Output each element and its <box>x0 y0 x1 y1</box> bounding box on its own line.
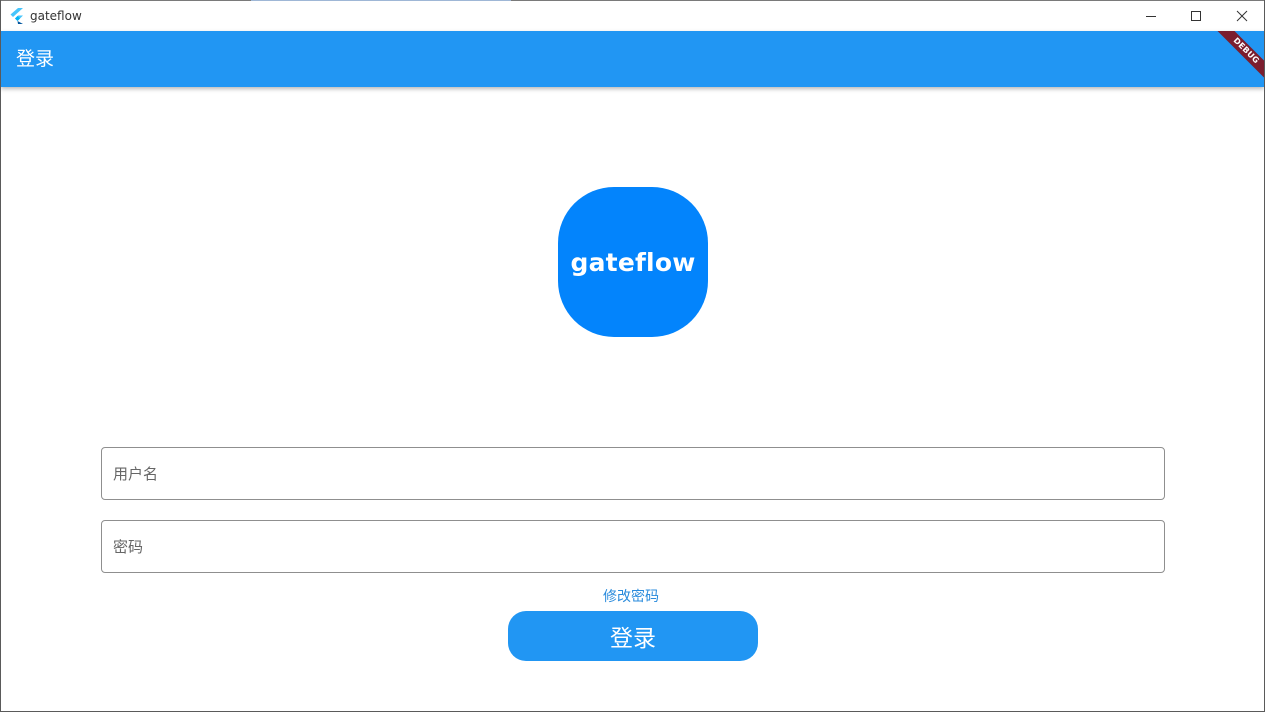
change-password-link[interactable]: 修改密码 <box>603 588 659 606</box>
password-input[interactable] <box>113 521 1153 572</box>
login-button[interactable]: 登录 <box>508 611 758 661</box>
page-title: 登录 <box>16 48 55 70</box>
debug-banner-label: DEBUG <box>1213 31 1264 84</box>
window-title: gateflow <box>30 9 82 23</box>
app-window: gateflow 登录 DEBUG gateflow 修改 <box>0 0 1265 712</box>
app-logo: gateflow <box>558 187 708 337</box>
password-field[interactable] <box>101 520 1165 573</box>
debug-banner: DEBUG <box>1204 31 1264 91</box>
titlebar-accent <box>251 0 511 1</box>
maximize-button[interactable] <box>1173 1 1219 31</box>
flutter-icon <box>10 8 23 24</box>
username-input[interactable] <box>113 448 1153 499</box>
minimize-button[interactable] <box>1128 1 1174 31</box>
app-bar: 登录 <box>1 31 1264 87</box>
minimize-icon <box>1146 16 1156 17</box>
window-titlebar[interactable]: gateflow <box>1 0 1264 31</box>
maximize-icon <box>1191 11 1201 21</box>
logo-text: gateflow <box>570 247 696 277</box>
close-icon <box>1236 10 1248 22</box>
close-button[interactable] <box>1219 1 1264 31</box>
username-field[interactable] <box>101 447 1165 500</box>
